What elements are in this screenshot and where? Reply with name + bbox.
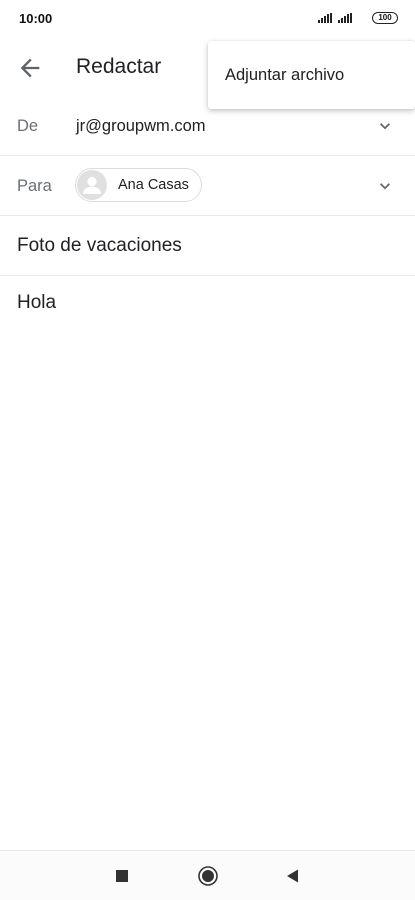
menu-item-attach-file[interactable]: Adjuntar archivo xyxy=(208,41,415,109)
status-bar: 10:00 100 xyxy=(0,0,415,38)
page-title: Redactar xyxy=(76,55,162,78)
recipient-chip[interactable]: Ana Casas xyxy=(75,168,202,202)
home-circle-icon[interactable] xyxy=(195,863,221,889)
subject-text: Foto de vacaciones xyxy=(17,235,182,256)
status-time: 10:00 xyxy=(19,11,53,26)
signal-icon xyxy=(318,13,332,23)
person-avatar-icon xyxy=(77,170,107,200)
to-label: Para xyxy=(17,177,52,195)
from-label: De xyxy=(17,117,39,135)
recipient-name: Ana Casas xyxy=(118,177,189,193)
body-text: Hola xyxy=(17,292,57,313)
from-account[interactable]: jr@groupwm.com xyxy=(76,117,206,136)
signal-icon xyxy=(338,13,352,23)
back-triangle-icon[interactable] xyxy=(280,863,306,889)
subject-field[interactable]: Foto de vacaciones xyxy=(0,216,415,276)
status-icons: 100 xyxy=(318,12,398,24)
battery-icon: 100 xyxy=(372,12,398,24)
recents-square-icon[interactable] xyxy=(109,863,135,889)
body-field[interactable]: Hola xyxy=(0,276,415,850)
arrow-left-icon[interactable] xyxy=(16,54,44,82)
to-row: Para Ana Casas xyxy=(0,156,415,216)
overflow-menu: Adjuntar archivo xyxy=(208,41,415,109)
chevron-down-icon[interactable] xyxy=(375,116,395,136)
system-nav-bar xyxy=(0,850,415,900)
chevron-down-icon[interactable] xyxy=(375,176,395,196)
